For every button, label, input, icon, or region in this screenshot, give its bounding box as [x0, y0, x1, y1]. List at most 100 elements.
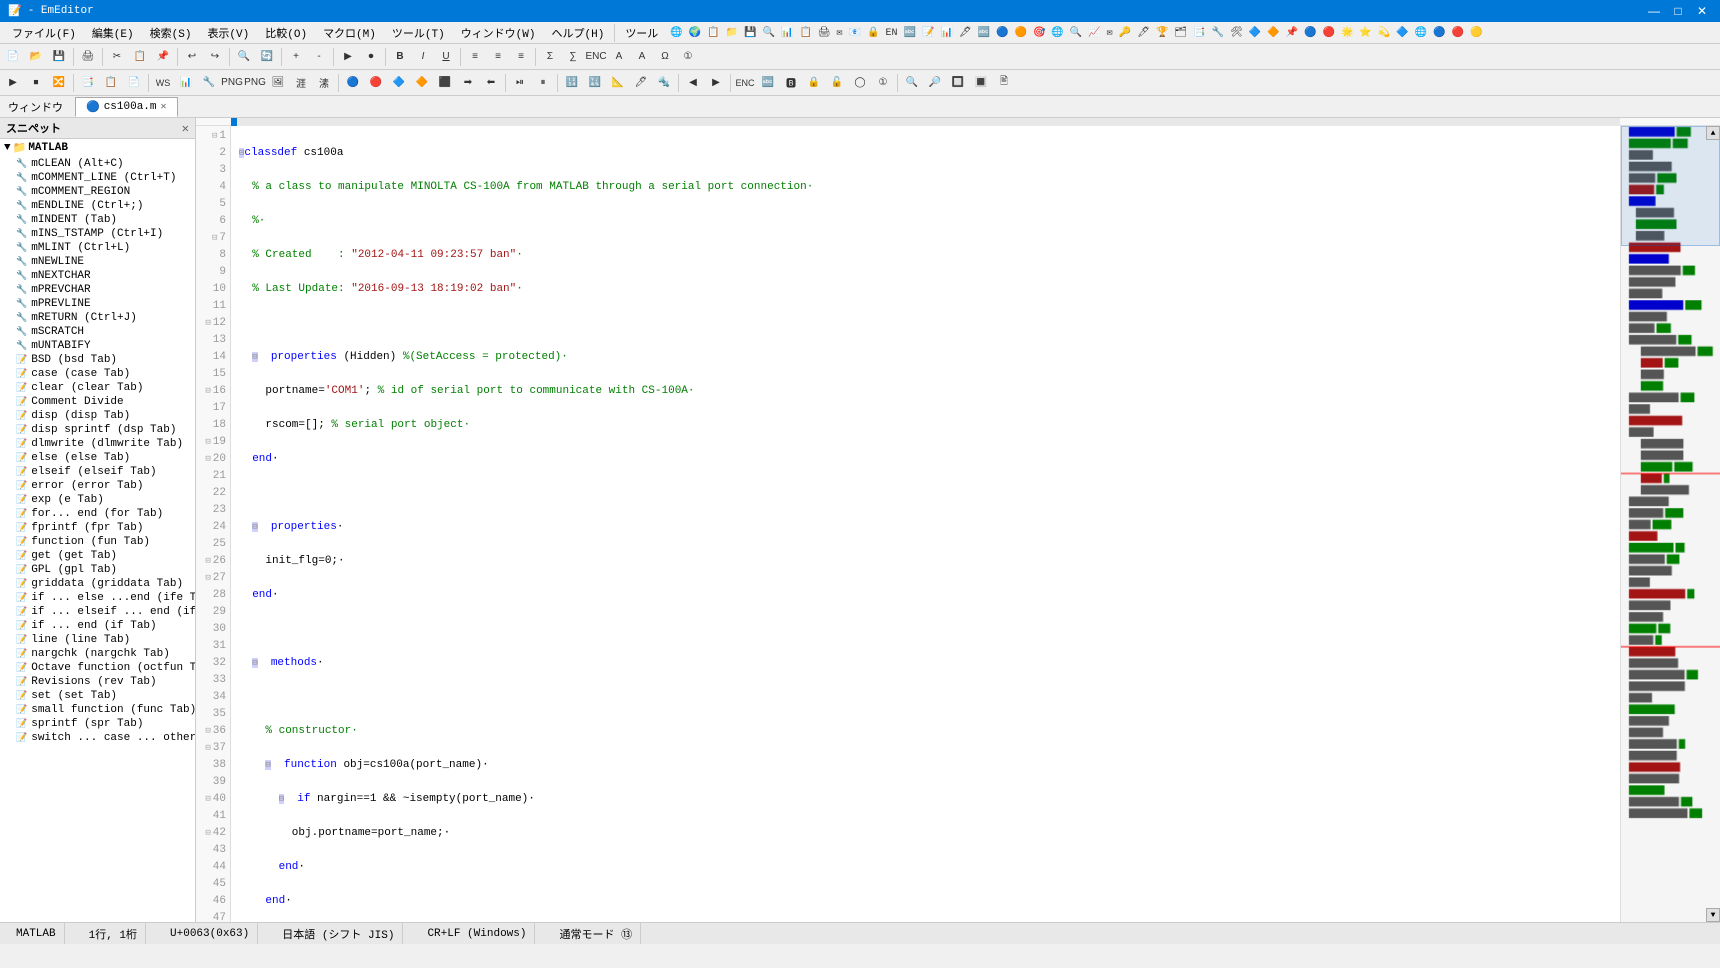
snippet-item-commentdivide[interactable]: 📝 Comment Divide — [0, 395, 195, 409]
menu-view[interactable]: 表示(V) — [199, 23, 257, 43]
tb2-39[interactable]: 🔳 — [970, 72, 992, 94]
snippet-item-mscratch[interactable]: 🔧 mSCRATCH — [0, 325, 195, 339]
snippet-item-mprevline[interactable]: 🔧 mPREVLINE — [0, 297, 195, 311]
tb2-5[interactable]: 📋 — [100, 72, 122, 94]
tb2-23[interactable]: 🔢 — [561, 72, 583, 94]
snippet-item-mendline[interactable]: 🔧 mENDLINE (Ctrl+;) — [0, 199, 195, 213]
tb-redo[interactable]: ↪ — [204, 46, 226, 68]
tb-misc1[interactable]: Σ — [539, 46, 561, 68]
tb2-13[interactable]: 溸 — [313, 72, 335, 94]
tb-print[interactable]: 🖨 — [77, 46, 99, 68]
snippet-item-elseif[interactable]: 📝 elseif (elseif Tab) — [0, 465, 195, 479]
tb2-40[interactable]: 🖹 — [993, 72, 1015, 94]
snippet-item-mindent[interactable]: 🔧 mINDENT (Tab) — [0, 213, 195, 227]
snippet-item-else[interactable]: 📝 else (else Tab) — [0, 451, 195, 465]
snippet-item-revisions[interactable]: 📝 Revisions (rev Tab) — [0, 675, 195, 689]
menu-help[interactable]: ヘルプ(H) — [544, 23, 613, 43]
snippet-item-error[interactable]: 📝 error (error Tab) — [0, 479, 195, 493]
snippet-item-function[interactable]: 📝 function (fun Tab) — [0, 535, 195, 549]
minimap-scroll-down[interactable]: ▼ — [1706, 908, 1720, 922]
menu-search[interactable]: 検索(S) — [142, 23, 200, 43]
snippet-item-mcommentline[interactable]: 🔧 mCOMMENT_LINE (Ctrl+T) — [0, 171, 195, 185]
tb2-35[interactable]: ① — [872, 72, 894, 94]
minimize-button[interactable]: — — [1644, 3, 1664, 19]
tb-misc6[interactable]: Ω — [654, 46, 676, 68]
snippet-item-mclean[interactable]: 🔧 mCLEAN (Alt+C) — [0, 157, 195, 171]
tb2-4[interactable]: 📑 — [77, 72, 99, 94]
snippet-item-mnewline[interactable]: 🔧 mNEWLINE — [0, 255, 195, 269]
snippet-item-gpl[interactable]: 📝 GPL (gpl Tab) — [0, 563, 195, 577]
tb-undo[interactable]: ↩ — [181, 46, 203, 68]
tb2-12[interactable]: 涯 — [290, 72, 312, 94]
tb2-37[interactable]: 🔎 — [924, 72, 946, 94]
tb2-10[interactable]: PNG — [244, 72, 266, 94]
tb-copy[interactable]: 📋 — [129, 46, 151, 68]
tb2-32[interactable]: 🔒 — [803, 72, 825, 94]
tb-zoom-out[interactable]: - — [308, 46, 330, 68]
snippet-item-set[interactable]: 📝 set (set Tab) — [0, 689, 195, 703]
snippet-item-exp[interactable]: 📝 exp (e Tab) — [0, 493, 195, 507]
snippet-item-mreturn[interactable]: 🔧 mRETURN (Ctrl+J) — [0, 311, 195, 325]
minimap-viewport[interactable] — [1621, 126, 1720, 246]
tb2-27[interactable]: 🔩 — [653, 72, 675, 94]
snippet-item-case[interactable]: 📝 case (case Tab) — [0, 367, 195, 381]
snippet-item-mnextchar[interactable]: 🔧 mNEXTCHAR — [0, 269, 195, 283]
snippet-item-mins-tstamp[interactable]: 🔧 mINS_TSTAMP (Ctrl+I) — [0, 227, 195, 241]
tb-bold[interactable]: B — [389, 46, 411, 68]
tb2-16[interactable]: 🔷 — [388, 72, 410, 94]
snippet-item-disp[interactable]: 📝 disp (disp Tab) — [0, 409, 195, 423]
tb2-34[interactable]: ◯ — [849, 72, 871, 94]
menu-edit[interactable]: 編集(E) — [84, 23, 142, 43]
tb2-29[interactable]: ▶ — [705, 72, 727, 94]
tb-replace[interactable]: 🔄 — [256, 46, 278, 68]
tb2-30[interactable]: 🔤 — [757, 72, 779, 94]
snippet-item-smallfunc[interactable]: 📝 small function (func Tab) — [0, 703, 195, 717]
tb-zoom-in[interactable]: + — [285, 46, 307, 68]
menu-tools[interactable]: ツール(T) — [384, 23, 453, 43]
tb-cut[interactable]: ✂ — [106, 46, 128, 68]
tb2-19[interactable]: ➡ — [457, 72, 479, 94]
tb-align-center[interactable]: ≡ — [487, 46, 509, 68]
tb2-21[interactable]: ⏯ — [509, 72, 531, 94]
tb-save[interactable]: 💾 — [48, 46, 70, 68]
tb2-24[interactable]: 🔣 — [584, 72, 606, 94]
tb-misc3[interactable]: ENC — [585, 46, 607, 68]
menu-compare[interactable]: 比較(O) — [257, 23, 315, 43]
tb2-28[interactable]: ◀ — [682, 72, 704, 94]
tb2-36[interactable]: 🔍 — [901, 72, 923, 94]
tb-align-left[interactable]: ≡ — [464, 46, 486, 68]
snippet-item-dispsprintf[interactable]: 📝 disp sprintf (dsp Tab) — [0, 423, 195, 437]
menu-macro[interactable]: マクロ(M) — [315, 23, 384, 43]
tb-open[interactable]: 📂 — [25, 46, 47, 68]
tb2-26[interactable]: 🖊 — [630, 72, 652, 94]
snippet-item-griddata[interactable]: 📝 griddata (griddata Tab) — [0, 577, 195, 591]
tb2-3[interactable]: 🔀 — [48, 72, 70, 94]
tb-italic[interactable]: I — [412, 46, 434, 68]
snippet-item-for[interactable]: 📝 for... end (for Tab) — [0, 507, 195, 521]
tb2-11[interactable]: 🖼 — [267, 72, 289, 94]
tb-macro2[interactable]: ⏺ — [360, 46, 382, 68]
snippet-item-bsd[interactable]: 📝 BSD (bsd Tab) — [0, 353, 195, 367]
snippet-item-get[interactable]: 📝 get (get Tab) — [0, 549, 195, 563]
tb-misc4[interactable]: A — [608, 46, 630, 68]
snippet-item-muntabify[interactable]: 🔧 mUNTABIFY — [0, 339, 195, 353]
tb-underline[interactable]: U — [435, 46, 457, 68]
snippet-item-octave[interactable]: 📝 Octave function (octfun Tab) — [0, 661, 195, 675]
tb2-25[interactable]: 📐 — [607, 72, 629, 94]
snippet-item-mprevchar[interactable]: 🔧 mPREVCHAR — [0, 283, 195, 297]
snippet-close-button[interactable]: ✕ — [182, 121, 189, 136]
tb2-7[interactable]: 📊 — [175, 72, 197, 94]
tb2-18[interactable]: ⬛ — [434, 72, 456, 94]
snippet-item-if[interactable]: 📝 if ... end (if Tab) — [0, 619, 195, 633]
snippet-item-ifelseif[interactable]: 📝 if ... elseif ... end (ifeif Tab) — [0, 605, 195, 619]
snippet-item-ifelse[interactable]: 📝 if ... else ...end (ife Tab) — [0, 591, 195, 605]
minimap-scroll-up[interactable]: ▲ — [1706, 126, 1720, 140]
snippet-item-sprintf[interactable]: 📝 sprintf (spr Tab) — [0, 717, 195, 731]
tab-cs100a[interactable]: 🔵 cs100a.m ✕ — [75, 97, 178, 117]
tb-macro[interactable]: ▶ — [337, 46, 359, 68]
tb2-1[interactable]: ▶ — [2, 72, 24, 94]
tb2-38[interactable]: 🔲 — [947, 72, 969, 94]
snippet-item-clear[interactable]: 📝 clear (clear Tab) — [0, 381, 195, 395]
tb-find[interactable]: 🔍 — [233, 46, 255, 68]
tb2-9[interactable]: PNG — [221, 72, 243, 94]
